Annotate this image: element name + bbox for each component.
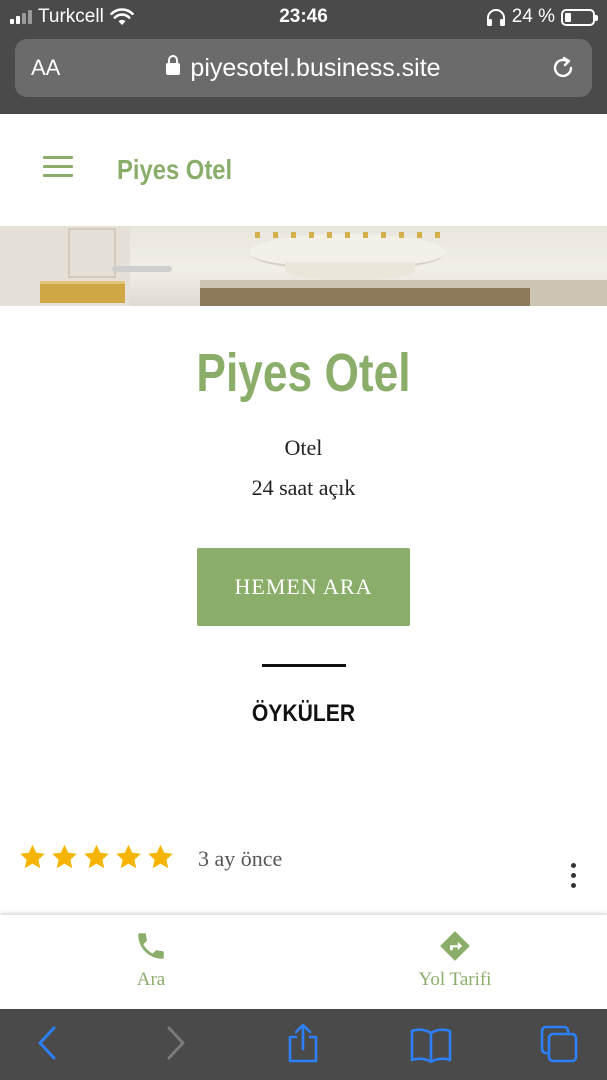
call-action[interactable]: Ara (71, 929, 231, 991)
review-item: 3 ay önce (18, 843, 588, 903)
star-icon (148, 844, 173, 869)
share-icon[interactable] (285, 1023, 321, 1063)
opening-hours: 24 saat açık (251, 475, 356, 500)
star-icon (116, 844, 141, 869)
star-icon (20, 844, 45, 869)
directions-icon (440, 931, 470, 961)
site-brand[interactable]: Piyes Otel (117, 154, 232, 186)
url-text: piyesotel.business.site (190, 54, 441, 82)
call-action-label: Ara (136, 969, 166, 990)
section-divider (262, 664, 346, 667)
section-title-stories: ÖYKÜLER (251, 700, 356, 727)
call-now-button[interactable]: HEMEN ARA (197, 548, 410, 626)
status-bar: Turkcell 23:46 24 % (0, 0, 607, 34)
review-time: 3 ay önce (198, 846, 283, 871)
bookmarks-icon[interactable] (410, 1027, 452, 1063)
tabs-icon[interactable] (540, 1025, 578, 1063)
lock-icon (166, 55, 181, 75)
back-icon[interactable] (36, 1025, 58, 1061)
hamburger-icon[interactable] (43, 156, 73, 178)
hero-image (0, 226, 607, 306)
star-rating (18, 843, 175, 871)
action-bar: Ara Yol Tarifi (0, 915, 607, 1009)
reload-icon[interactable] (550, 55, 576, 81)
hotel-title: Piyes Otel (196, 343, 411, 403)
headphones-icon (486, 9, 505, 26)
url-field[interactable]: piyesotel.business.site (15, 54, 592, 83)
battery-icon (561, 8, 598, 26)
hotel-category: Otel (284, 435, 323, 460)
star-icon (52, 844, 77, 869)
directions-action-label: Yol Tarifi (418, 969, 492, 990)
address-bar[interactable]: AA piyesotel.business.site (15, 39, 592, 97)
directions-action[interactable]: Yol Tarifi (375, 929, 535, 991)
browser-toolbar (0, 1009, 607, 1080)
more-vertical-icon[interactable] (558, 863, 588, 893)
forward-icon[interactable] (165, 1025, 187, 1061)
battery-percent: 24 % (511, 6, 555, 27)
status-right: 24 % (486, 6, 598, 28)
phone-icon (138, 933, 164, 959)
address-area: AA piyesotel.business.site (0, 34, 607, 114)
star-icon (84, 844, 109, 869)
site-header: Piyes Otel (0, 114, 607, 226)
